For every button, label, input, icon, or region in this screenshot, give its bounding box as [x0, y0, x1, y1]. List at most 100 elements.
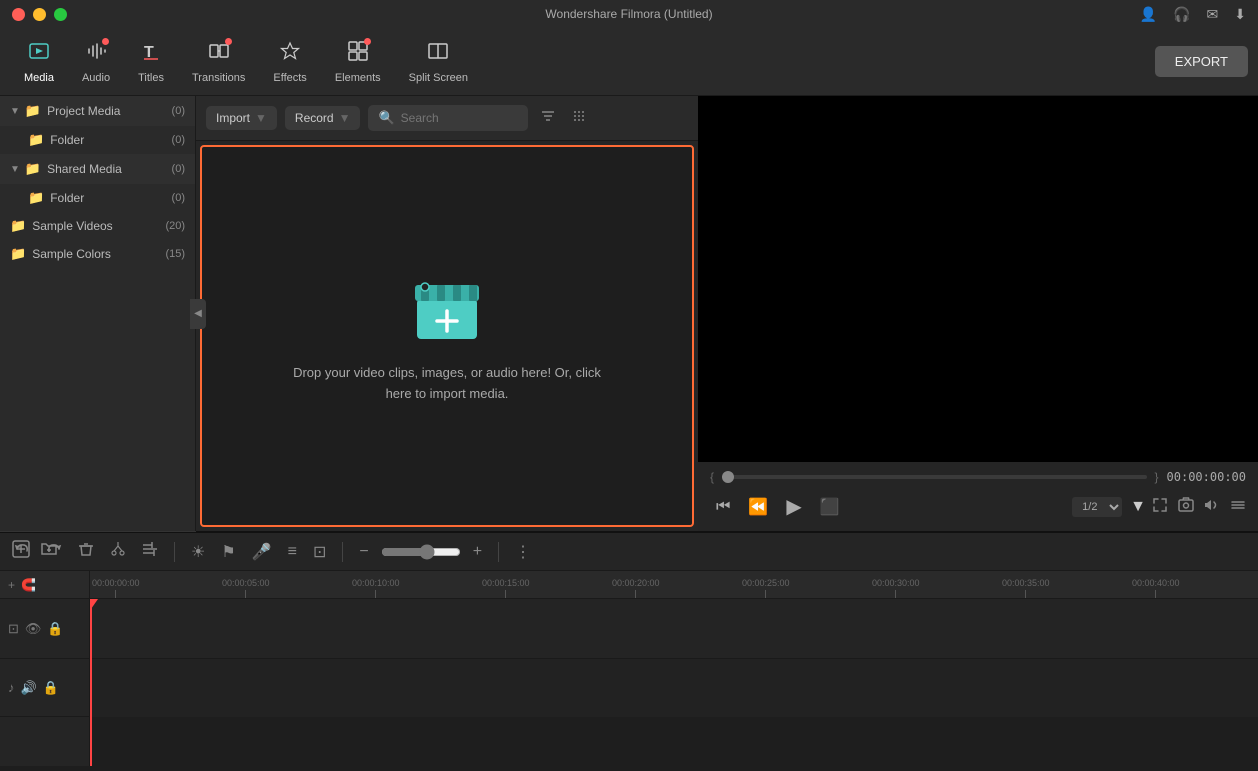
- mail-icon[interactable]: ✉: [1207, 6, 1219, 23]
- main-content-area: ▼ 📁 Project Media (0) 📁 Folder (0) ▼ 📁 S…: [0, 96, 1258, 531]
- audio-track-note-icon[interactable]: ♪: [8, 680, 15, 695]
- mark-out-button[interactable]: }: [1155, 470, 1159, 484]
- minimize-button[interactable]: [33, 8, 46, 21]
- playhead[interactable]: [90, 599, 92, 766]
- project-media-label: Project Media: [47, 104, 120, 118]
- grid-view-button[interactable]: [568, 104, 592, 132]
- headset-icon[interactable]: 🎧: [1173, 6, 1190, 23]
- video-track-video-icon[interactable]: ⊡: [8, 621, 19, 637]
- add-media-button[interactable]: [12, 540, 30, 563]
- progress-handle[interactable]: [722, 471, 734, 483]
- effects-label: Effects: [273, 72, 306, 84]
- search-input[interactable]: [401, 111, 519, 125]
- search-box[interactable]: 🔍: [368, 105, 528, 131]
- toolbar-item-media[interactable]: Media: [10, 34, 68, 90]
- progress-bar[interactable]: [722, 475, 1146, 479]
- close-button[interactable]: [12, 8, 25, 21]
- filter-button[interactable]: [536, 104, 560, 132]
- toolbar-item-titles[interactable]: T Titles: [124, 34, 178, 90]
- toolbar-item-transitions[interactable]: Transitions: [178, 34, 259, 90]
- tl-pip-button[interactable]: ⊡: [309, 538, 330, 566]
- audio-track-area[interactable]: [90, 659, 1258, 717]
- zoom-range-input[interactable]: [381, 544, 461, 560]
- import-label: Import: [216, 111, 250, 125]
- splitscreen-icon: [427, 40, 449, 68]
- quality-select[interactable]: 1/2 1/4 Full: [1072, 497, 1122, 517]
- toolbar-item-splitscreen[interactable]: Split Screen: [395, 34, 482, 90]
- mark-in-button[interactable]: {: [710, 470, 714, 484]
- record-button[interactable]: Record ▼: [285, 106, 361, 130]
- frame-back-button[interactable]: ⏪: [742, 493, 774, 521]
- folder-1-label: Folder: [50, 133, 84, 147]
- record-label: Record: [295, 111, 334, 125]
- main-toolbar: Media Audio T Titles Transition: [0, 28, 1258, 96]
- project-media-count: (0): [172, 105, 185, 117]
- toolbar-item-audio[interactable]: Audio: [68, 34, 124, 90]
- zoom-slider[interactable]: [381, 544, 461, 560]
- timeline-content: + 🧲 ⊡ 👁 🔒 ♪ 🔊 🔒 00:00:00:00: [0, 571, 1258, 766]
- sidebar-item-project-media[interactable]: ▼ 📁 Project Media (0): [0, 96, 195, 126]
- sidebar-collapse-arrow[interactable]: ◀: [190, 299, 206, 329]
- ruler-mark-25s: 00:00:25:00: [742, 578, 790, 598]
- sidebar-item-folder-1[interactable]: 📁 Folder (0): [0, 126, 195, 154]
- folder-2-count: (0): [172, 192, 185, 204]
- titles-label: Titles: [138, 72, 164, 84]
- titlebar: Wondershare Filmora (Untitled) 👤 🎧 ✉ ⬇: [0, 0, 1258, 28]
- video-track-area[interactable]: [90, 599, 1258, 659]
- import-chevron-icon: ▼: [255, 111, 267, 125]
- add-track-button[interactable]: +: [8, 578, 15, 592]
- tl-mic-button[interactable]: 🎤: [248, 538, 276, 566]
- track-label-header: + 🧲: [0, 571, 89, 599]
- fullscreen-button[interactable]: [1152, 497, 1168, 517]
- ruler-mark-5s: 00:00:05:00: [222, 578, 270, 598]
- toolbar-item-effects[interactable]: Effects: [259, 34, 320, 90]
- magnet-button[interactable]: 🧲: [21, 578, 36, 592]
- stop-button[interactable]: ⬛: [814, 493, 846, 521]
- audio-label: Audio: [82, 72, 110, 84]
- step-back-button[interactable]: ⏮: [710, 494, 736, 520]
- sample-videos-folder-icon: 📁: [10, 218, 26, 234]
- sidebar-bottom-actions: [0, 531, 196, 571]
- play-button[interactable]: ▶: [780, 490, 807, 523]
- account-icon[interactable]: 👤: [1140, 6, 1157, 23]
- tl-zoom-out-button[interactable]: −: [355, 539, 372, 565]
- sidebar-item-shared-media[interactable]: ▼ 📁 Shared Media (0): [0, 154, 195, 184]
- tl-zoom-in-button[interactable]: +: [469, 539, 486, 565]
- snapshot-button[interactable]: [1178, 497, 1194, 517]
- audio-track-lock-icon[interactable]: 🔒: [43, 680, 59, 696]
- elements-icon: [347, 40, 369, 68]
- sample-videos-label: Sample Videos: [32, 219, 113, 233]
- tl-separator-2: [342, 542, 343, 562]
- download-icon[interactable]: ⬇: [1234, 6, 1246, 23]
- window-controls[interactable]: [12, 8, 67, 21]
- preview-panel: { } 00:00:00:00 ⏮ ⏪ ▶ ⬛ 1/2 1/4 Full: [698, 96, 1258, 531]
- import-button[interactable]: Import ▼: [206, 106, 277, 130]
- tl-more-button[interactable]: ⋮: [511, 538, 535, 566]
- record-chevron-icon: ▼: [339, 111, 351, 125]
- toolbar-item-elements[interactable]: Elements: [321, 34, 395, 90]
- ruler-mark-30s: 00:00:30:00: [872, 578, 920, 598]
- ruler-mark-0: 00:00:00:00: [92, 578, 140, 598]
- tl-subtitle-button[interactable]: ≡: [284, 539, 301, 565]
- sidebar-item-sample-videos[interactable]: 📁 Sample Videos (20): [0, 212, 195, 240]
- tl-marker-button[interactable]: ⚑: [217, 538, 239, 566]
- preview-right-icons: [1152, 497, 1246, 517]
- volume-button[interactable]: [1204, 497, 1220, 517]
- folder-2-label: Folder: [50, 191, 84, 205]
- video-track-eye-icon[interactable]: 👁: [25, 621, 42, 637]
- add-folder-button[interactable]: [40, 540, 58, 563]
- ruler-mark-40s: 00:00:40:00: [1132, 578, 1180, 598]
- video-track-lock-icon[interactable]: 🔒: [47, 621, 63, 637]
- audio-track-label: ♪ 🔊 🔒: [0, 659, 89, 717]
- expand-button[interactable]: [1230, 497, 1246, 517]
- tl-separator-3: [498, 542, 499, 562]
- sidebar-item-folder-2[interactable]: 📁 Folder (0): [0, 184, 195, 212]
- shared-media-folder-icon: 📁: [25, 161, 41, 177]
- maximize-button[interactable]: [54, 8, 67, 21]
- sidebar-item-sample-colors[interactable]: 📁 Sample Colors (15): [0, 240, 195, 268]
- media-drop-area[interactable]: Drop your video clips, images, or audio …: [200, 145, 694, 527]
- audio-track-volume-icon[interactable]: 🔊: [21, 680, 37, 696]
- search-icon: 🔍: [378, 110, 394, 126]
- export-button[interactable]: EXPORT: [1155, 46, 1248, 77]
- timeline-ruler[interactable]: 00:00:00:00 00:00:05:00 00:00:10:00 00:0…: [90, 571, 1258, 599]
